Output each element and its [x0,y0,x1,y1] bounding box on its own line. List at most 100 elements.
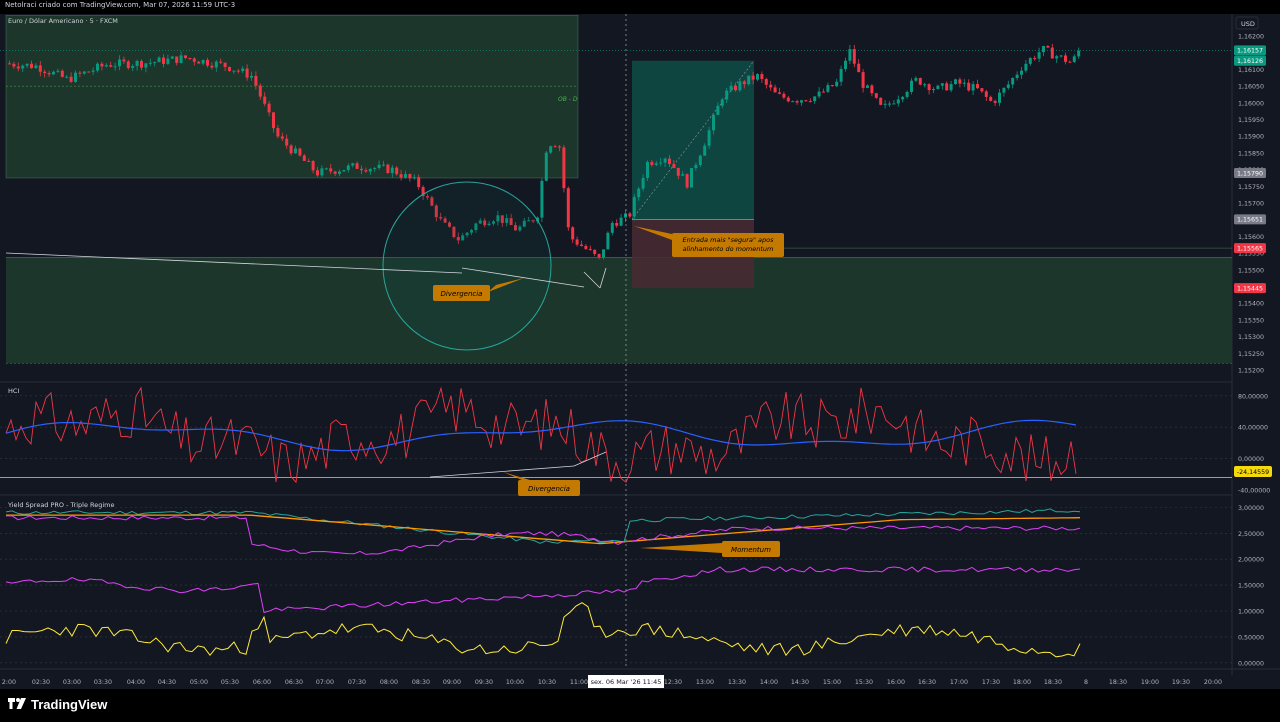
candle-body [773,87,777,93]
candle-body [170,56,174,59]
candle [738,79,742,93]
candle-body [140,60,143,68]
candle-body [1042,45,1045,53]
candle-body [782,93,786,98]
candle-body [1059,55,1063,57]
time-tick-label: 17:30 [982,679,1000,686]
candle-body [1064,55,1067,62]
candle-body [60,70,64,77]
price-tick-label: 1,16100 [1238,67,1264,74]
candle [298,147,302,157]
candle-body [355,163,359,169]
candle-body [333,171,337,174]
yield-tick-label: 1,50000 [1238,583,1264,590]
candle-body [685,174,689,188]
candle-body [228,66,231,71]
candle-body [646,161,649,178]
candle-body [998,92,1001,103]
time-tick-label: 04:00 [127,679,145,686]
candle-body [399,174,403,178]
time-tick-label: 09:30 [475,679,493,686]
candle-body [241,68,245,72]
candle-body [329,168,333,172]
currency-label: USD [1241,20,1255,28]
candle-body [1037,52,1041,59]
demand-zone-lower [6,257,1232,364]
candle-body [870,85,874,94]
candle-body [135,60,139,67]
candle-body [654,163,658,165]
price-label-text: 1,15651 [1237,217,1263,224]
candle-body [742,81,746,85]
candle-body [879,97,883,105]
brand[interactable]: TradingView [8,697,107,712]
candle-body [874,93,878,98]
candle-body [47,73,51,75]
time-tick-label: 13:30 [728,679,746,686]
candle-body [580,244,583,246]
candle-body [43,71,47,74]
price-tick-label: 1,15250 [1238,351,1264,358]
candle-body [553,146,557,148]
price-tick-label: 1,16200 [1238,34,1264,41]
candle-body [1068,61,1072,63]
candle-body [360,168,363,171]
candle-body [1015,74,1019,79]
main-chart-title: Euro / Dólar Americano · 5 · FXCM [8,17,118,25]
divergence-circle [382,181,552,351]
candle-body [1024,63,1028,71]
price-tick-label: 1,16000 [1238,100,1264,107]
candle-body [544,152,548,181]
candle-body [8,63,11,65]
candle-body [883,103,887,105]
candle-body [1046,45,1050,48]
candle-body [681,174,685,176]
hci-tick-label: 40,00000 [1238,425,1268,432]
candle-body [993,100,997,103]
candle-body [663,158,667,163]
candle-body [276,128,280,137]
candle-body [606,232,610,250]
divergence-label-hci: Divergencia [528,485,570,493]
candle-body [316,170,319,176]
candle [690,167,693,188]
candle-body [844,60,847,69]
footer-bar: TradingView [0,689,1280,722]
candle-body [901,96,905,100]
time-tick-label: 19:30 [1172,679,1190,686]
candle-body [989,96,993,101]
price-label-text: 1,15445 [1237,285,1263,292]
candle-body [910,80,913,92]
candle-body [373,168,377,170]
candle-body [166,58,170,64]
candle-body [232,70,236,72]
candle [918,77,922,86]
candle-body [294,148,297,154]
candle-body [346,165,350,171]
time-tick-label: 07:00 [316,679,334,686]
candle-body [566,188,570,228]
candle-body [637,188,641,198]
candle-body [624,213,627,218]
candle-body [716,105,720,115]
candle-body [738,81,742,91]
brand-name: TradingView [31,697,108,712]
time-tick-label: 17:00 [950,679,968,686]
candle-body [1077,50,1081,57]
candle-body [210,65,214,68]
candle-body [676,167,680,176]
candle-body [760,74,764,80]
candle-body [923,84,927,86]
candle-body [236,70,240,72]
chart-canvas[interactable]: 1,162001,161501,161001,160501,160001,159… [0,14,1280,689]
candle [544,150,548,182]
candle-body [976,84,979,89]
time-tick-label: 10:30 [538,679,556,686]
candle-body [756,74,759,80]
candle-body [109,65,113,67]
candle-body [932,89,935,91]
candle-body [597,253,601,258]
price-tick-label: 1,15200 [1238,367,1264,374]
candle-body [386,164,390,174]
yield-tick-label: 0,50000 [1238,634,1264,641]
